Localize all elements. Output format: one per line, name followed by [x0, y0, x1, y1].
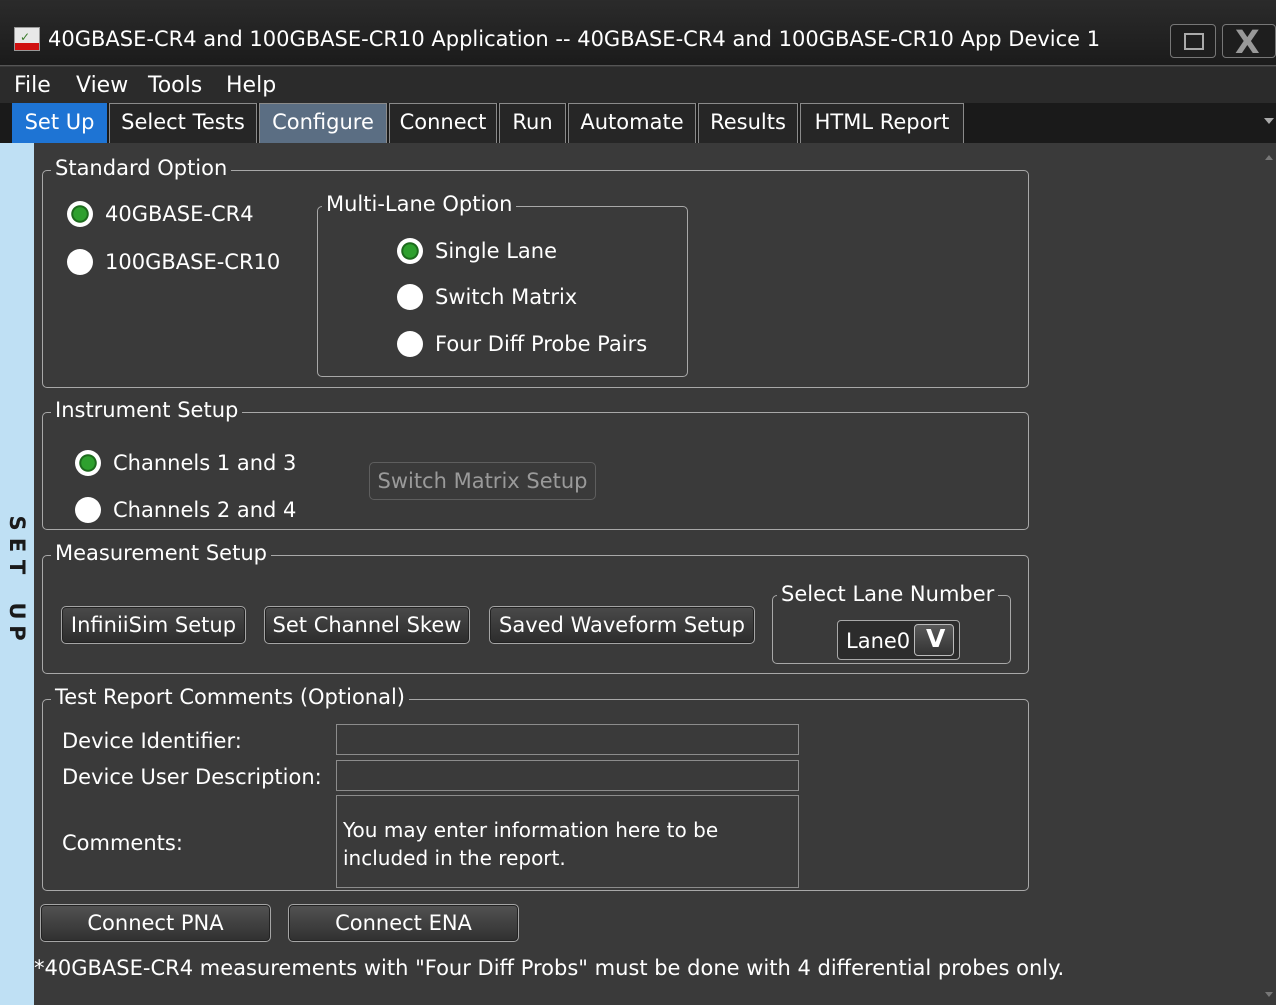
saved-waveform-setup-button[interactable]: Saved Waveform Setup — [489, 606, 755, 644]
side-letter: P — [5, 625, 29, 641]
device-identifier-label: Device Identifier: — [62, 729, 242, 753]
scroll-up-icon[interactable] — [1265, 155, 1273, 160]
radio-label: Channels 2 and 4 — [113, 498, 297, 522]
switch-matrix-setup-button[interactable]: Switch Matrix Setup — [369, 462, 596, 500]
tab-connect[interactable]: Connect — [389, 103, 497, 143]
vertical-scrollbar[interactable] — [1262, 143, 1276, 1005]
multi-lane-option-title: Multi-Lane Option — [322, 192, 517, 216]
side-setup-tab[interactable]: S E T U P — [0, 143, 34, 1005]
menu-bar: File View Tools Help — [0, 67, 1276, 103]
radio-label: Switch Matrix — [435, 285, 578, 309]
comments-field[interactable]: You may enter information here to be inc… — [336, 795, 799, 888]
title-bar: ✓ 40GBASE-CR4 and 100GBASE-CR10 Applicat… — [0, 0, 1276, 66]
menu-help[interactable]: Help — [226, 73, 276, 98]
set-channel-skew-button[interactable]: Set Channel Skew — [264, 606, 470, 644]
app-icon-glyph: ✓ — [20, 30, 31, 44]
radio-single-lane[interactable]: Single Lane — [397, 238, 557, 264]
radio-100gbase-cr10[interactable]: 100GBASE-CR10 — [67, 249, 280, 275]
radio-unselected-icon — [67, 249, 93, 275]
radio-label: Four Diff Probe Pairs — [435, 332, 648, 356]
close-icon: X — [1235, 23, 1260, 61]
device-user-description-label: Device User Description: — [62, 765, 322, 789]
maximize-button[interactable] — [1170, 24, 1216, 58]
menu-file[interactable]: File — [14, 73, 51, 98]
maximize-icon — [1184, 33, 1204, 50]
lane-selected-value: Lane0 — [846, 629, 911, 653]
device-user-description-field[interactable] — [336, 760, 799, 791]
test-report-comments-title: Test Report Comments (Optional) — [51, 685, 409, 709]
lane-number-select[interactable]: Lane0 V — [837, 620, 960, 660]
tab-overflow-icon[interactable] — [1264, 118, 1274, 124]
instrument-setup-title: Instrument Setup — [51, 398, 243, 422]
radio-four-diff-probe-pairs[interactable]: Four Diff Probe Pairs — [397, 331, 647, 357]
radio-selected-icon — [397, 238, 423, 264]
tab-results[interactable]: Results — [698, 103, 798, 143]
radio-channels-1-and-3[interactable]: Channels 1 and 3 — [75, 450, 296, 476]
tab-set-up[interactable]: Set Up — [12, 103, 107, 143]
radio-channels-2-and-4[interactable]: Channels 2 and 4 — [75, 497, 296, 523]
close-button[interactable]: X — [1222, 23, 1276, 61]
app-icon: ✓ — [14, 27, 40, 51]
radio-label: 40GBASE-CR4 — [105, 202, 254, 226]
lane-dropdown-button[interactable]: V — [914, 624, 954, 656]
application-window: ✓ 40GBASE-CR4 and 100GBASE-CR10 Applicat… — [0, 0, 1276, 1005]
infiniisim-setup-button[interactable]: InfiniiSim Setup — [61, 606, 246, 644]
radio-switch-matrix[interactable]: Switch Matrix — [397, 284, 577, 310]
comments-label: Comments: — [62, 831, 183, 855]
footnote-text: *40GBASE-CR4 measurements with "Four Dif… — [34, 956, 1065, 980]
radio-40gbase-cr4[interactable]: 40GBASE-CR4 — [67, 201, 254, 227]
app-icon-stripe — [15, 43, 39, 50]
radio-label: Channels 1 and 3 — [113, 451, 297, 475]
chevron-down-icon: V — [926, 624, 946, 653]
menu-view[interactable]: View — [76, 73, 128, 98]
radio-unselected-icon — [75, 497, 101, 523]
tab-select-tests[interactable]: Select Tests — [109, 103, 257, 143]
radio-selected-icon — [67, 201, 93, 227]
tab-strip: Set Up Select Tests Configure Connect Ru… — [0, 103, 1276, 143]
tab-configure[interactable]: Configure — [259, 103, 387, 143]
connect-ena-button[interactable]: Connect ENA — [288, 904, 519, 942]
select-lane-number-title: Select Lane Number — [777, 582, 999, 606]
tab-html-report[interactable]: HTML Report — [800, 103, 964, 143]
tab-run[interactable]: Run — [499, 103, 566, 143]
tab-automate[interactable]: Automate — [568, 103, 696, 143]
radio-selected-icon — [75, 450, 101, 476]
radio-unselected-icon — [397, 331, 423, 357]
scroll-down-icon[interactable] — [1265, 992, 1273, 997]
radio-label: Single Lane — [435, 239, 558, 263]
standard-option-title: Standard Option — [51, 156, 232, 180]
device-identifier-field[interactable] — [336, 724, 799, 755]
radio-unselected-icon — [397, 284, 423, 310]
radio-label: 100GBASE-CR10 — [105, 250, 281, 274]
side-tab-label: S E T U P — [0, 512, 34, 644]
connect-pna-button[interactable]: Connect PNA — [40, 904, 271, 942]
measurement-setup-title: Measurement Setup — [51, 541, 271, 565]
menu-tools[interactable]: Tools — [148, 73, 202, 98]
window-title: 40GBASE-CR4 and 100GBASE-CR10 Applicatio… — [48, 27, 1101, 51]
